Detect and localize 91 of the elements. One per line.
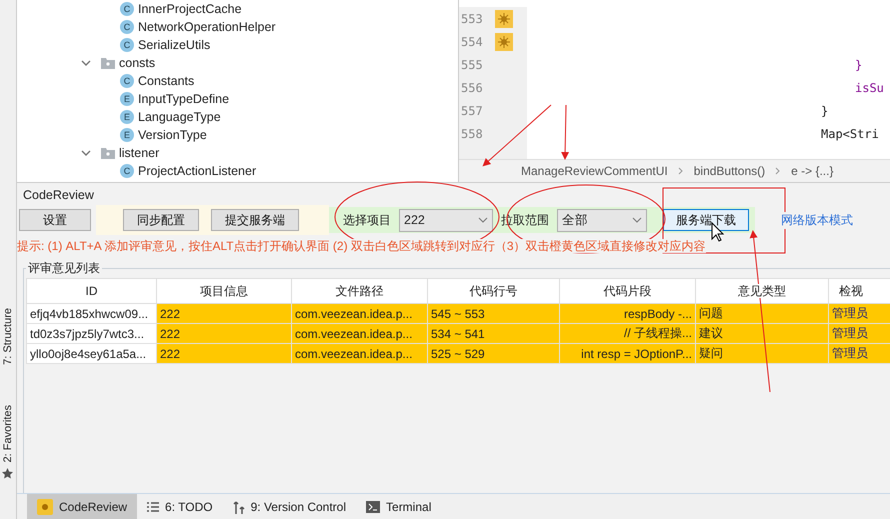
annotation-arrow: [561, 104, 570, 160]
table-cell[interactable]: // 子线程操...: [560, 324, 696, 344]
column-header[interactable]: 项目信息: [156, 278, 292, 304]
chevron-icon: [478, 217, 488, 223]
project-label: 选择项目: [343, 212, 391, 228]
table-cell[interactable]: 222: [156, 344, 292, 364]
class-icon: C: [120, 164, 134, 178]
code-text: isSu: [855, 80, 884, 94]
folder-icon: [101, 57, 115, 69]
terminal-icon: [366, 500, 380, 512]
tool-window-tab[interactable]: Terminal: [356, 494, 442, 519]
table-cell[interactable]: efjq4vb185xhwcw09...: [26, 304, 156, 324]
table-cell[interactable]: 问题: [696, 304, 828, 324]
tool-window-tab[interactable]: 2: Favorites: [0, 405, 16, 462]
code-text: }: [821, 104, 828, 118]
class-icon: E: [120, 92, 134, 106]
review-icon: [37, 498, 53, 514]
table-cell[interactable]: 管理员: [828, 344, 890, 364]
tool-window-tab[interactable]: 7: Structure: [0, 308, 16, 365]
class-icon: C: [120, 2, 134, 16]
star-icon: [2, 468, 13, 479]
tree-item[interactable]: C ProjectActionListener: [17, 162, 458, 180]
tool-window-tab[interactable]: 6: TODO: [137, 494, 223, 519]
network-mode-link[interactable]: 网络版本模式: [781, 212, 853, 228]
download-button[interactable]: 服务端下载: [663, 209, 749, 231]
tool-window-tab[interactable]: CodeReview: [27, 494, 138, 519]
table-cell[interactable]: 管理员: [828, 304, 890, 324]
review-marker-icon[interactable]: [495, 32, 513, 50]
column-header[interactable]: 代码行号: [428, 278, 560, 304]
class-icon: C: [120, 20, 134, 34]
tool-window-tab[interactable]: 9: Version Control: [222, 494, 356, 519]
table-cell[interactable]: 建议: [696, 324, 828, 344]
line-number: 557: [461, 104, 484, 118]
class-icon: E: [120, 128, 134, 142]
line-number: 553: [461, 12, 484, 26]
settings-button[interactable]: 设置: [19, 209, 91, 231]
tree-item[interactable]: C SerializeUtils: [17, 36, 458, 54]
project-dropdown[interactable]: 222: [399, 208, 493, 232]
table-cell[interactable]: td0z3s7jpz5ly7wtc3...: [26, 324, 156, 344]
table-cell[interactable]: respBody -...: [560, 304, 696, 324]
tree-item[interactable]: E InputTypeDefine: [17, 90, 458, 108]
range-dropdown[interactable]: 全部: [557, 208, 647, 232]
table-cell[interactable]: 222: [156, 324, 292, 344]
table-cell[interactable]: 534 ~ 541: [428, 324, 560, 344]
line-number: 554: [461, 34, 484, 48]
table-cell[interactable]: com.veezean.idea.p...: [292, 344, 428, 364]
line-number: 558: [461, 126, 484, 140]
table-cell[interactable]: 管理员: [828, 324, 890, 344]
review-marker-icon[interactable]: [495, 10, 513, 28]
list-icon: [147, 502, 160, 512]
table-cell[interactable]: int resp = JOptionP...: [560, 344, 696, 364]
column-header[interactable]: 检视: [828, 278, 890, 304]
column-header[interactable]: 代码片段: [560, 278, 696, 304]
folder-icon: [101, 147, 115, 159]
sync-button[interactable]: 同步配置: [123, 209, 199, 231]
table-cell[interactable]: yllo0oj8e4sey61a5a...: [26, 344, 156, 364]
table-cell[interactable]: 疑问: [696, 344, 828, 364]
branch-icon: [232, 500, 245, 514]
breadcrumb[interactable]: e -> {...}: [791, 164, 834, 178]
table-cell[interactable]: 222: [156, 304, 292, 324]
class-icon: C: [120, 74, 134, 88]
column-header[interactable]: 文件路径: [292, 278, 428, 304]
code-text: Map<Stri: [821, 126, 879, 140]
tree-item[interactable]: E LanguageType: [17, 108, 458, 126]
annotation-arrow: [482, 104, 552, 166]
class-icon: E: [120, 110, 134, 124]
chevron-icon: [775, 167, 782, 175]
tree-item[interactable]: C Constants: [17, 72, 458, 90]
chevron-icon: [632, 217, 642, 223]
hint-text: 提示: (1) ALT+A 添加评审意见，按住ALT点击打开确认界面 (2) 双击白色区域跳转到对应行（3）双击橙黄色区域直接修改对应内容: [17, 239, 706, 253]
chevron-icon: [678, 167, 684, 175]
table-cell[interactable]: com.veezean.idea.p...: [292, 324, 428, 344]
code-text: }: [855, 58, 862, 72]
submit-button[interactable]: 提交服务端: [211, 209, 299, 231]
tree-item[interactable]: C InnerProjectCache: [17, 0, 458, 18]
column-header[interactable]: 意见类型: [696, 278, 828, 304]
table-cell[interactable]: 545 ~ 553: [428, 304, 560, 324]
table-cell[interactable]: com.veezean.idea.p...: [292, 304, 428, 324]
tree-item[interactable]: consts: [17, 54, 458, 72]
tree-item[interactable]: E VersionType: [17, 126, 458, 144]
tree-item[interactable]: listener: [17, 144, 458, 162]
line-number: 556: [461, 80, 484, 94]
column-header[interactable]: ID: [26, 278, 156, 304]
breadcrumb[interactable]: ManageReviewCommentUI: [521, 164, 668, 178]
breadcrumb[interactable]: bindButtons(): [694, 164, 766, 178]
group-title: 评审意见列表: [26, 261, 102, 275]
table-cell[interactable]: 525 ~ 529: [428, 344, 560, 364]
tree-item[interactable]: C NetworkOperationHelper: [17, 18, 458, 36]
panel-title: CodeReview: [22, 187, 95, 204]
line-number: 555: [461, 58, 484, 72]
class-icon: C: [120, 38, 134, 52]
